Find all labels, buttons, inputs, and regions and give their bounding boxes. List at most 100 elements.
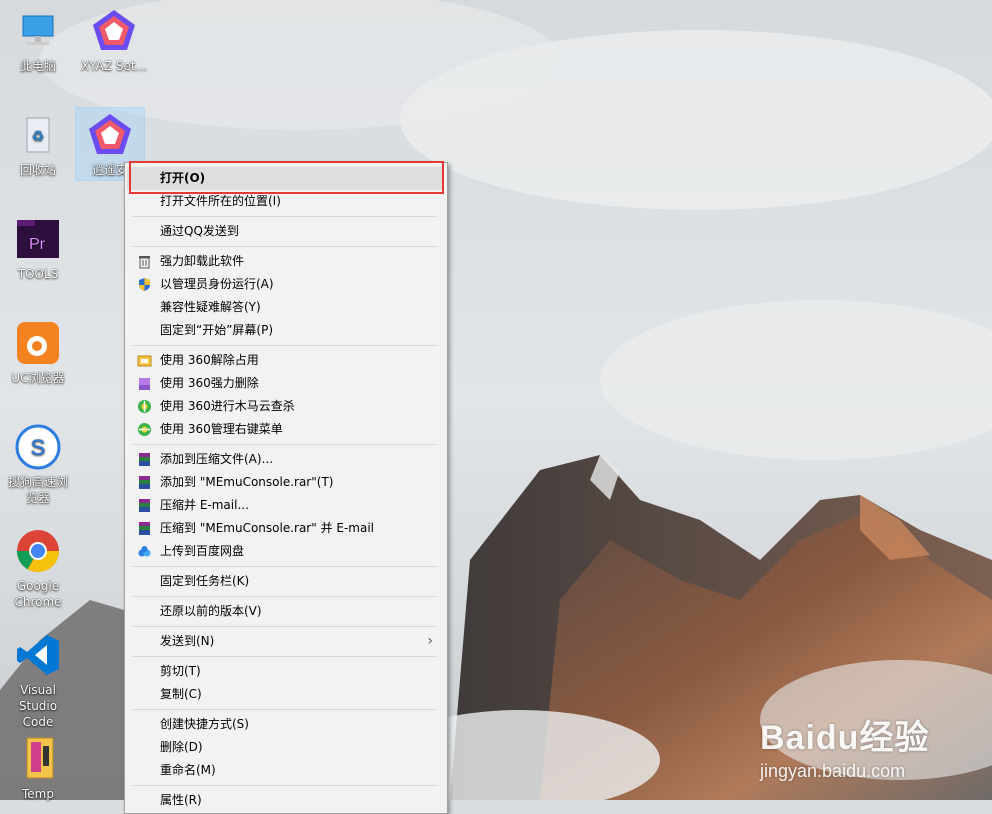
- premiere-folder-icon: Pr: [15, 216, 61, 262]
- desktop-icon-sogou-browser[interactable]: S 搜狗高速浏览器: [4, 424, 72, 506]
- desktop-icon-label: 回收站: [19, 163, 56, 177]
- menu-item-add-to-rar[interactable]: 添加到 "MEmuConsole.rar"(T): [127, 471, 443, 494]
- 360-unlock-icon: [137, 353, 152, 368]
- menu-item-label: 还原以前的版本(V): [160, 604, 262, 618]
- uc-browser-icon: [15, 320, 61, 366]
- desktop-icon-xyaz-setup[interactable]: XYAZ Set...: [80, 8, 148, 74]
- desktop-icon-label: Visual Studio Code: [18, 683, 58, 729]
- menu-item-cut[interactable]: 剪切(T): [127, 660, 443, 683]
- menu-item-delete[interactable]: 删除(D): [127, 736, 443, 759]
- menu-item-compress-rar-and-email[interactable]: 压缩到 "MEmuConsole.rar" 并 E-mail: [127, 517, 443, 540]
- menu-item-compress-and-email[interactable]: 压缩并 E-mail...: [127, 494, 443, 517]
- recycle-bin-icon: ♻: [15, 112, 61, 158]
- desktop-icon-label: 此电脑: [19, 59, 56, 73]
- menu-item-copy[interactable]: 复制(C): [127, 683, 443, 706]
- menu-item-label: 强力卸载此软件: [160, 254, 245, 268]
- desktop-icon-this-pc[interactable]: 此电脑: [4, 8, 72, 74]
- 360-scan-icon: [137, 399, 152, 414]
- annotation-highlight-box: [129, 161, 444, 194]
- menu-item-label: 以管理员身份运行(A): [160, 277, 274, 291]
- desktop-icon-google-chrome[interactable]: Google Chrome: [4, 528, 72, 610]
- uac-shield-icon: [137, 277, 152, 292]
- desktop-icon-label: Temp: [22, 787, 54, 801]
- menu-separator: [133, 444, 437, 445]
- menu-item-properties[interactable]: 属性(R): [127, 789, 443, 812]
- desktop-icon-label: UC浏览器: [11, 371, 65, 385]
- menu-item-label: 固定到任务栏(K): [160, 574, 250, 588]
- folder-icon: [15, 736, 61, 782]
- menu-item-create-shortcut[interactable]: 创建快捷方式(S): [127, 713, 443, 736]
- desktop-icon-label: 搜狗高速浏览器: [7, 475, 68, 505]
- watermark-url: jingyan.baidu.com: [760, 761, 906, 781]
- menu-item-label: 上传到百度网盘: [160, 544, 245, 558]
- menu-item-label: 使用 360管理右键菜单: [160, 422, 283, 436]
- menu-item-360-unlock[interactable]: 使用 360解除占用: [127, 349, 443, 372]
- desktop-icon-recycle-bin[interactable]: ♻ 回收站: [4, 112, 72, 178]
- menu-item-label: 添加到 "MEmuConsole.rar"(T): [160, 475, 334, 489]
- 360-manage-icon: [137, 422, 152, 437]
- menu-separator: [133, 596, 437, 597]
- winrar-icon: [137, 452, 152, 467]
- desktop-icon-vscode[interactable]: Visual Studio Code: [4, 632, 72, 730]
- menu-separator: [133, 785, 437, 786]
- chevron-right-icon: ›: [427, 633, 433, 649]
- menu-separator: [133, 566, 437, 567]
- svg-text:Pr: Pr: [29, 236, 46, 253]
- baidu-jingyan-watermark: Baidu经验 jingyan.baidu.com: [760, 710, 929, 782]
- menu-item-pin-to-taskbar[interactable]: 固定到任务栏(K): [127, 570, 443, 593]
- menu-item-label: 打开文件所在的位置(I): [160, 194, 281, 208]
- winrar-icon: [137, 498, 152, 513]
- xiaoyao-logo-icon: [87, 112, 133, 158]
- menu-item-label: 剪切(T): [160, 664, 201, 678]
- menu-item-add-to-archive[interactable]: 添加到压缩文件(A)...: [127, 448, 443, 471]
- menu-item-label: 创建快捷方式(S): [160, 717, 249, 731]
- menu-separator: [133, 626, 437, 627]
- menu-item-run-as-admin[interactable]: 以管理员身份运行(A): [127, 273, 443, 296]
- desktop-icon-label: 逍遥安: [91, 163, 128, 177]
- baidu-netdisk-icon: [137, 544, 152, 559]
- menu-item-pin-to-start[interactable]: 固定到“开始”屏幕(P): [127, 319, 443, 342]
- menu-item-compat-troubleshoot[interactable]: 兼容性疑难解答(Y): [127, 296, 443, 319]
- menu-item-rename[interactable]: 重命名(M): [127, 759, 443, 782]
- menu-item-label: 删除(D): [160, 740, 203, 754]
- menu-item-label: 重命名(M): [160, 763, 216, 777]
- menu-item-360-force-delete[interactable]: 使用 360强力删除: [127, 372, 443, 395]
- menu-item-label: 压缩并 E-mail...: [160, 498, 249, 512]
- menu-separator: [133, 709, 437, 710]
- menu-item-send-via-qq[interactable]: 通过QQ发送到: [127, 220, 443, 243]
- vscode-icon: [15, 632, 61, 678]
- winrar-icon: [137, 521, 152, 536]
- menu-item-360-manage-menu[interactable]: 使用 360管理右键菜单: [127, 418, 443, 441]
- svg-text:S: S: [31, 435, 46, 460]
- desktop-icon-label: Google Chrome: [14, 579, 62, 609]
- menu-item-label: 兼容性疑难解答(Y): [160, 300, 261, 314]
- 360-shredder-icon: [137, 376, 152, 391]
- menu-item-label: 复制(C): [160, 687, 202, 701]
- menu-separator: [133, 246, 437, 247]
- menu-separator: [133, 656, 437, 657]
- winrar-icon: [137, 475, 152, 490]
- desktop-icon-temp[interactable]: Temp: [4, 736, 72, 802]
- menu-item-360-trojan-scan[interactable]: 使用 360进行木马云查杀: [127, 395, 443, 418]
- desktop-icon-label: TOOLS: [17, 267, 59, 281]
- menu-item-restore-previous-versions[interactable]: 还原以前的版本(V): [127, 600, 443, 623]
- menu-separator: [133, 216, 437, 217]
- sogou-browser-icon: S: [15, 424, 61, 470]
- menu-item-send-to[interactable]: 发送到(N) ›: [127, 630, 443, 653]
- desktop-icon-tools[interactable]: Pr TOOLS: [4, 216, 72, 282]
- menu-item-label: 添加到压缩文件(A)...: [160, 452, 274, 466]
- desktop-icon-label: XYAZ Set...: [80, 59, 147, 73]
- menu-item-label: 使用 360强力删除: [160, 376, 259, 390]
- menu-item-label: 压缩到 "MEmuConsole.rar" 并 E-mail: [160, 521, 375, 535]
- desktop-icon-uc-browser[interactable]: UC浏览器: [4, 320, 72, 386]
- watermark-logo-text: Baidu经验: [760, 719, 930, 757]
- menu-item-upload-baidu-pan[interactable]: 上传到百度网盘: [127, 540, 443, 563]
- menu-item-label: 通过QQ发送到: [160, 224, 239, 238]
- computer-icon: [15, 8, 61, 54]
- menu-item-label: 使用 360进行木马云查杀: [160, 399, 295, 413]
- chrome-icon: [15, 528, 61, 574]
- xiaoyao-logo-icon: [91, 8, 137, 54]
- context-menu: 打开(O) 打开文件所在的位置(I) 通过QQ发送到 强力卸载此软件 以管理员身…: [124, 162, 448, 814]
- menu-item-force-uninstall[interactable]: 强力卸载此软件: [127, 250, 443, 273]
- menu-item-label: 使用 360解除占用: [160, 353, 259, 367]
